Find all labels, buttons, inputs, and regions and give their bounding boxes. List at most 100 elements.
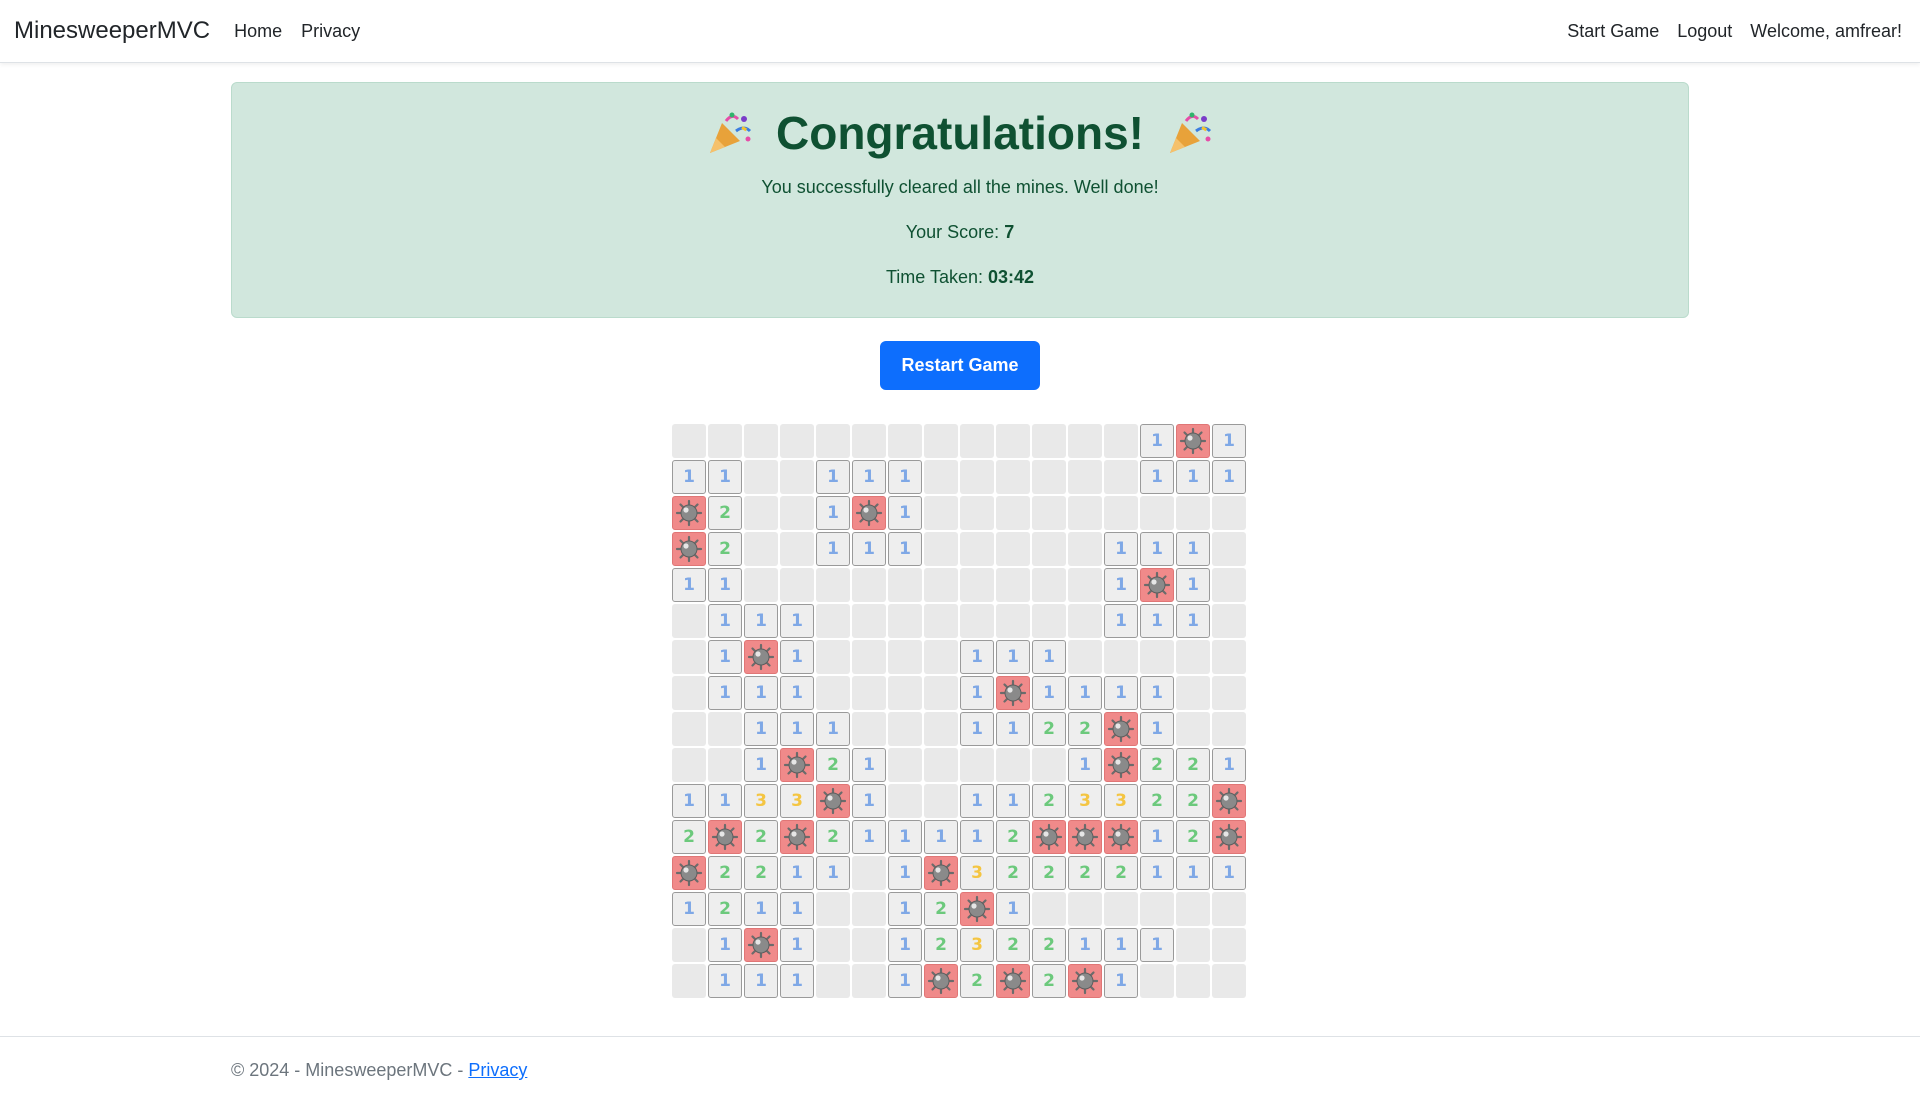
number-cell[interactable]: 1 bbox=[816, 460, 850, 494]
number-cell[interactable]: 1 bbox=[852, 460, 886, 494]
number-cell[interactable]: 2 bbox=[924, 892, 958, 926]
number-cell[interactable]: 2 bbox=[816, 748, 850, 782]
board-cell[interactable] bbox=[1032, 892, 1066, 926]
board-cell[interactable] bbox=[1032, 424, 1066, 458]
board-cell[interactable] bbox=[744, 496, 778, 530]
number-cell[interactable]: 1 bbox=[1104, 964, 1138, 998]
number-cell[interactable]: 1 bbox=[1068, 928, 1102, 962]
number-cell[interactable]: 2 bbox=[744, 856, 778, 890]
number-cell[interactable]: 1 bbox=[780, 928, 814, 962]
board-cell[interactable] bbox=[888, 712, 922, 746]
board-cell[interactable] bbox=[852, 712, 886, 746]
board-cell[interactable] bbox=[924, 676, 958, 710]
number-cell[interactable]: 1 bbox=[672, 568, 706, 602]
board-cell[interactable] bbox=[1104, 640, 1138, 674]
number-cell[interactable]: 2 bbox=[672, 820, 706, 854]
board-cell[interactable] bbox=[924, 748, 958, 782]
number-cell[interactable]: 2 bbox=[816, 820, 850, 854]
number-cell[interactable]: 2 bbox=[708, 892, 742, 926]
number-cell[interactable]: 3 bbox=[780, 784, 814, 818]
number-cell[interactable]: 1 bbox=[960, 676, 994, 710]
number-cell[interactable]: 1 bbox=[744, 748, 778, 782]
brand-link[interactable]: MinesweeperMVC bbox=[14, 17, 210, 45]
number-cell[interactable]: 1 bbox=[708, 964, 742, 998]
board-cell[interactable] bbox=[924, 532, 958, 566]
number-cell[interactable]: 1 bbox=[1176, 856, 1210, 890]
mine-cell[interactable] bbox=[924, 964, 958, 998]
number-cell[interactable]: 1 bbox=[1140, 532, 1174, 566]
number-cell[interactable]: 1 bbox=[1176, 532, 1210, 566]
number-cell[interactable]: 1 bbox=[1140, 712, 1174, 746]
board-cell[interactable] bbox=[852, 640, 886, 674]
board-cell[interactable] bbox=[1176, 712, 1210, 746]
board-cell[interactable] bbox=[1212, 928, 1246, 962]
board-cell[interactable] bbox=[960, 532, 994, 566]
number-cell[interactable]: 1 bbox=[852, 784, 886, 818]
mine-cell[interactable] bbox=[1032, 820, 1066, 854]
number-cell[interactable]: 1 bbox=[744, 964, 778, 998]
mine-cell[interactable] bbox=[852, 496, 886, 530]
mine-cell[interactable] bbox=[1104, 748, 1138, 782]
board-cell[interactable] bbox=[1176, 640, 1210, 674]
number-cell[interactable]: 1 bbox=[816, 712, 850, 746]
number-cell[interactable]: 1 bbox=[708, 460, 742, 494]
nav-logout-link[interactable]: Logout bbox=[1677, 21, 1732, 42]
board-cell[interactable] bbox=[924, 568, 958, 602]
board-cell[interactable] bbox=[852, 964, 886, 998]
number-cell[interactable]: 1 bbox=[708, 676, 742, 710]
number-cell[interactable]: 1 bbox=[780, 892, 814, 926]
board-cell[interactable] bbox=[1104, 460, 1138, 494]
number-cell[interactable]: 1 bbox=[1140, 424, 1174, 458]
number-cell[interactable]: 1 bbox=[996, 784, 1030, 818]
number-cell[interactable]: 1 bbox=[888, 928, 922, 962]
board-cell[interactable] bbox=[672, 964, 706, 998]
board-cell[interactable] bbox=[780, 460, 814, 494]
board-cell[interactable] bbox=[852, 856, 886, 890]
number-cell[interactable]: 1 bbox=[1068, 748, 1102, 782]
mine-cell[interactable] bbox=[816, 784, 850, 818]
board-cell[interactable] bbox=[744, 532, 778, 566]
number-cell[interactable]: 1 bbox=[1140, 856, 1174, 890]
nav-start-game-link[interactable]: Start Game bbox=[1567, 21, 1659, 42]
board-cell[interactable] bbox=[1032, 568, 1066, 602]
board-cell[interactable] bbox=[1212, 532, 1246, 566]
board-cell[interactable] bbox=[1104, 892, 1138, 926]
mine-cell[interactable] bbox=[1212, 784, 1246, 818]
number-cell[interactable]: 1 bbox=[1068, 676, 1102, 710]
board-cell[interactable] bbox=[672, 748, 706, 782]
number-cell[interactable]: 1 bbox=[816, 532, 850, 566]
number-cell[interactable]: 1 bbox=[744, 604, 778, 638]
mine-cell[interactable] bbox=[1068, 820, 1102, 854]
board-cell[interactable] bbox=[1068, 460, 1102, 494]
number-cell[interactable]: 2 bbox=[996, 928, 1030, 962]
number-cell[interactable]: 1 bbox=[1212, 424, 1246, 458]
number-cell[interactable]: 2 bbox=[744, 820, 778, 854]
board-cell[interactable] bbox=[1176, 892, 1210, 926]
mine-cell[interactable] bbox=[1212, 820, 1246, 854]
number-cell[interactable]: 1 bbox=[1104, 928, 1138, 962]
mine-cell[interactable] bbox=[780, 820, 814, 854]
board-cell[interactable] bbox=[852, 568, 886, 602]
board-cell[interactable] bbox=[816, 928, 850, 962]
board-cell[interactable] bbox=[1104, 424, 1138, 458]
number-cell[interactable]: 3 bbox=[960, 928, 994, 962]
board-cell[interactable] bbox=[780, 496, 814, 530]
board-cell[interactable] bbox=[924, 640, 958, 674]
number-cell[interactable]: 1 bbox=[888, 964, 922, 998]
board-cell[interactable] bbox=[924, 604, 958, 638]
number-cell[interactable]: 1 bbox=[1104, 676, 1138, 710]
board-cell[interactable] bbox=[1212, 568, 1246, 602]
board-cell[interactable] bbox=[888, 784, 922, 818]
board-cell[interactable] bbox=[1176, 964, 1210, 998]
board-cell[interactable] bbox=[1140, 640, 1174, 674]
number-cell[interactable]: 3 bbox=[1104, 784, 1138, 818]
board-cell[interactable] bbox=[888, 568, 922, 602]
board-cell[interactable] bbox=[888, 604, 922, 638]
number-cell[interactable]: 1 bbox=[888, 820, 922, 854]
number-cell[interactable]: 1 bbox=[1212, 460, 1246, 494]
board-cell[interactable] bbox=[924, 460, 958, 494]
board-cell[interactable] bbox=[888, 424, 922, 458]
number-cell[interactable]: 1 bbox=[852, 532, 886, 566]
nav-home-link[interactable]: Home bbox=[234, 21, 282, 42]
number-cell[interactable]: 2 bbox=[1104, 856, 1138, 890]
